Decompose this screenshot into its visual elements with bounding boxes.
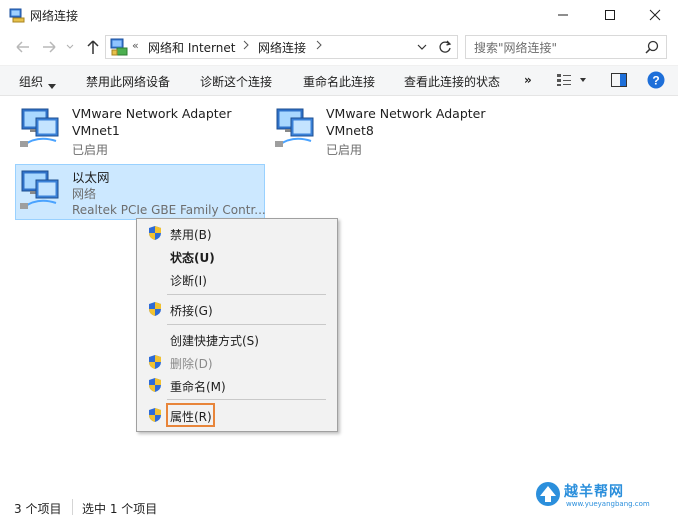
refresh-button[interactable] — [435, 36, 455, 58]
uac-shield-icon — [147, 377, 163, 393]
breadcrumb-network-connections[interactable]: 网络连接 — [258, 39, 306, 56]
rename-connection-button[interactable]: 重命名此连接 — [303, 73, 375, 90]
menu-item-diagnose[interactable]: 诊断(I) — [170, 272, 207, 289]
menu-item-delete: 删除(D) — [170, 357, 213, 371]
item-status: Realtek PCIe GBE Family Contr... — [72, 203, 266, 217]
help-icon[interactable]: ? — [647, 71, 665, 92]
selected-count: 选中 1 个项目 — [82, 502, 158, 516]
menu-separator — [167, 399, 326, 400]
view-options-icon[interactable] — [556, 73, 586, 90]
breadcrumb-network-internet[interactable]: 网络和 Internet — [148, 39, 235, 56]
minimize-button[interactable] — [540, 0, 586, 30]
preview-pane-icon[interactable] — [611, 73, 627, 90]
menu-item-create-shortcut[interactable]: 创建快捷方式(S) — [170, 332, 259, 349]
window-title: 网络连接 — [30, 9, 79, 23]
recent-locations-chevron-icon[interactable] — [63, 36, 77, 58]
svg-text:?: ? — [652, 74, 659, 88]
network-adapter-icon — [273, 105, 319, 154]
forward-button[interactable] — [38, 36, 60, 58]
search-placeholder: 搜索"网络连接" — [474, 41, 558, 55]
properties-highlight-box — [166, 403, 215, 427]
item-detail: VMnet8 — [326, 123, 374, 138]
ethernet-adapter-icon — [18, 167, 64, 216]
status-divider — [72, 499, 73, 515]
item-count: 3 个项目 — [14, 502, 62, 516]
control-panel-icon — [110, 38, 128, 56]
organize-menu[interactable]: 组织 — [19, 73, 43, 90]
item-detail: VMnet1 — [72, 123, 120, 138]
uac-shield-icon — [147, 407, 163, 423]
diagnose-connection-button[interactable]: 诊断这个连接 — [200, 73, 272, 90]
menu-item-bridge[interactable]: 桥接(G) — [170, 302, 213, 319]
breadcrumb-separator-icon — [243, 39, 249, 54]
uac-shield-icon — [147, 354, 163, 370]
watermark-text: 越羊帮网 — [564, 484, 624, 500]
organize-dropdown-icon — [48, 78, 56, 92]
breadcrumb-separator-icon — [316, 39, 322, 54]
close-button[interactable] — [632, 0, 678, 30]
watermark-logo-icon — [532, 478, 564, 508]
back-button[interactable] — [12, 36, 34, 58]
more-commands-button[interactable]: » — [524, 73, 532, 87]
network-folder-icon — [9, 7, 25, 23]
search-icon[interactable] — [645, 40, 659, 57]
view-status-button[interactable]: 查看此连接的状态 — [404, 73, 500, 90]
item-name[interactable]: VMware Network Adapter — [326, 106, 486, 121]
menu-item-status[interactable]: 状态(U) — [170, 249, 215, 266]
menu-item-disable[interactable]: 禁用(B) — [170, 226, 212, 243]
breadcrumb-overflow[interactable]: « — [132, 39, 139, 52]
watermark-url: www.yueyangbang.com — [566, 500, 650, 508]
up-button[interactable] — [82, 36, 104, 58]
item-status: 已启用 — [326, 143, 363, 157]
uac-shield-icon — [147, 225, 163, 241]
item-name[interactable]: VMware Network Adapter — [72, 106, 232, 121]
network-adapter-icon — [18, 105, 64, 154]
item-name[interactable]: 以太网 — [72, 167, 110, 186]
item-detail: 网络 — [72, 187, 97, 201]
uac-shield-icon — [147, 301, 163, 317]
menu-item-rename[interactable]: 重命名(M) — [170, 378, 226, 395]
address-dropdown-chevron-icon[interactable] — [412, 36, 432, 58]
maximize-button[interactable] — [587, 0, 633, 30]
menu-separator — [167, 294, 326, 295]
item-status: 已启用 — [72, 143, 109, 157]
disable-device-button[interactable]: 禁用此网络设备 — [86, 73, 170, 90]
menu-separator — [167, 324, 326, 325]
